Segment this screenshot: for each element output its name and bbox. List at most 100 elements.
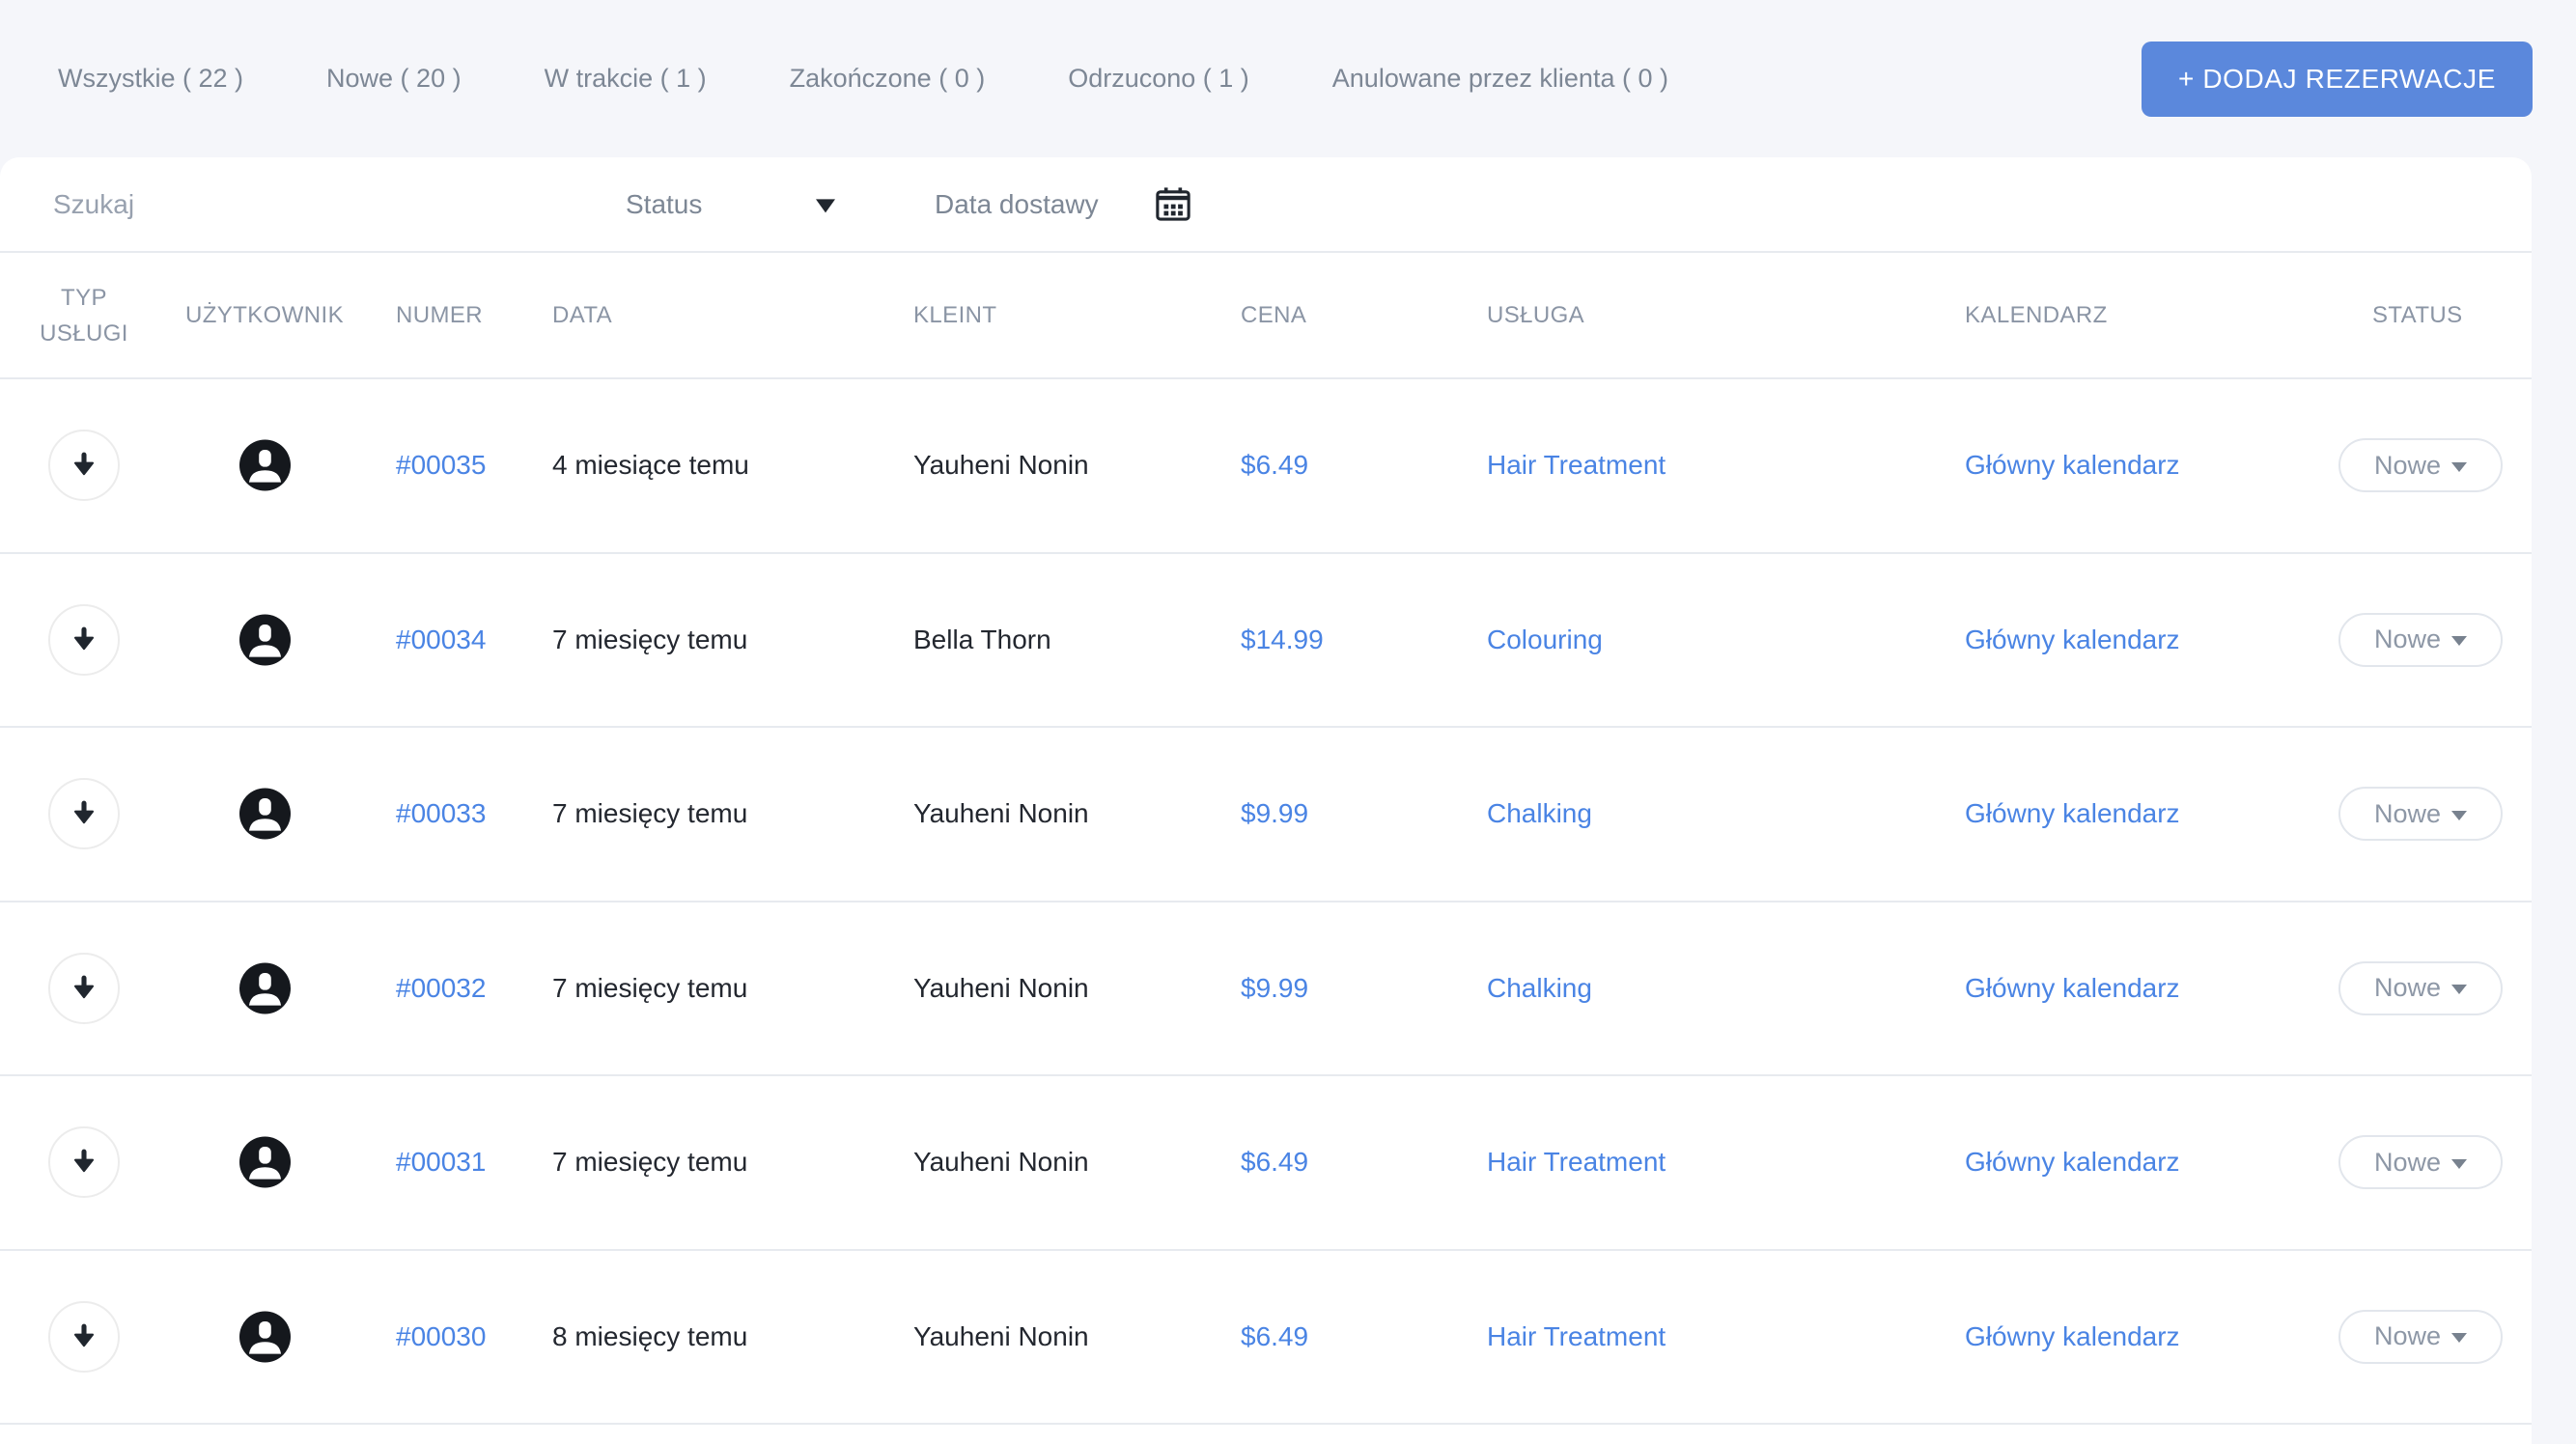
arrow-down-icon <box>73 800 95 824</box>
reservation-number-link[interactable]: #00030 <box>396 1321 486 1352</box>
client-name: Yauheni Nonin <box>913 972 1089 1003</box>
user-avatar-icon[interactable] <box>239 788 291 840</box>
price-link[interactable]: $9.99 <box>1241 798 1308 829</box>
reservation-date: 7 miesięcy temu <box>552 624 748 654</box>
reservations-page: Wszystkie ( 22 ) Nowe ( 20 ) W trakcie (… <box>0 0 2576 1444</box>
user-avatar-icon[interactable] <box>239 614 291 666</box>
user-avatar-icon[interactable] <box>239 1136 291 1188</box>
status-dropdown[interactable]: Nowe <box>2338 612 2503 667</box>
service-link[interactable]: Hair Treatment <box>1487 1321 1666 1352</box>
expand-row-button[interactable] <box>48 430 120 502</box>
table-body: #00035 4 miesiące temu Yauheni Nonin $6.… <box>0 379 2532 1425</box>
expand-row-button[interactable] <box>48 1126 120 1199</box>
arrow-down-icon <box>73 452 95 476</box>
expand-row-button[interactable] <box>48 778 120 850</box>
status-tab-label: Odrzucono ( 1 ) <box>1068 64 1249 93</box>
reservation-date: 8 miesięcy temu <box>552 1320 748 1351</box>
service-link[interactable]: Chalking <box>1487 798 1592 829</box>
table-row: #00032 7 miesięcy temu Yauheni Nonin $9.… <box>0 902 2532 1076</box>
client-name: Yauheni Nonin <box>913 450 1089 481</box>
column-header-status: STATUS <box>2372 301 2463 328</box>
reservation-number-link[interactable]: #00031 <box>396 1147 486 1178</box>
reservation-date: 7 miesięcy temu <box>552 972 748 1003</box>
client-name: Yauheni Nonin <box>913 1320 1089 1351</box>
calendar-icon <box>1156 186 1190 221</box>
calendar-link[interactable]: Główny kalendarz <box>1965 1147 2180 1178</box>
price-link[interactable]: $6.49 <box>1241 1321 1308 1352</box>
status-tab[interactable]: Odrzucono ( 1 ) <box>1068 64 1249 94</box>
arrow-down-icon <box>73 1149 95 1173</box>
column-header-calendar: KALENDARZ <box>1965 301 2108 328</box>
caret-down-icon <box>816 198 835 212</box>
calendar-link[interactable]: Główny kalendarz <box>1965 973 2180 1004</box>
service-link[interactable]: Chalking <box>1487 973 1592 1004</box>
arrow-down-icon <box>73 975 95 998</box>
search-input[interactable] <box>53 188 517 220</box>
status-dropdown-label: Nowe <box>2373 1321 2442 1351</box>
calendar-link[interactable]: Główny kalendarz <box>1965 1321 2180 1352</box>
caret-down-icon <box>2451 636 2468 647</box>
service-link[interactable]: Hair Treatment <box>1487 450 1666 481</box>
status-tab[interactable]: Zakończone ( 0 ) <box>790 64 986 94</box>
column-header-user: UŻYTKOWNIK <box>185 301 344 328</box>
calendar-link[interactable]: Główny kalendarz <box>1965 798 2180 829</box>
table-row: #00035 4 miesiące temu Yauheni Nonin $6.… <box>0 379 2532 554</box>
reservation-number-link[interactable]: #00035 <box>396 450 486 481</box>
arrow-down-icon <box>73 626 95 650</box>
status-tab-label: Wszystkie ( 22 ) <box>58 64 244 93</box>
table-row: #00033 7 miesięcy temu Yauheni Nonin $9.… <box>0 728 2532 902</box>
delivery-date-filter[interactable]: Data dostawy <box>935 157 1215 251</box>
expand-row-button[interactable] <box>48 1300 120 1373</box>
expand-row-button[interactable] <box>48 603 120 676</box>
top-bar: Wszystkie ( 22 ) Nowe ( 20 ) W trakcie (… <box>0 0 2576 157</box>
user-avatar-icon[interactable] <box>239 962 291 1014</box>
arrow-down-icon <box>73 1323 95 1347</box>
status-dropdown-label: Nowe <box>2373 798 2442 828</box>
status-tab[interactable]: Wszystkie ( 22 ) <box>58 64 243 94</box>
expand-row-button[interactable] <box>48 952 120 1024</box>
add-reservation-button[interactable]: + DODAJ REZERWACJE <box>2142 42 2533 117</box>
service-link[interactable]: Hair Treatment <box>1487 1147 1666 1178</box>
column-header-type: TYP USŁUGI <box>40 284 128 347</box>
status-dropdown-label: Nowe <box>2373 973 2442 1003</box>
reservation-number-link[interactable]: #00033 <box>396 798 486 829</box>
column-header-date: DATA <box>552 301 613 328</box>
status-tab[interactable]: Nowe ( 20 ) <box>326 64 462 94</box>
reservation-date: 4 miesiące temu <box>552 450 749 481</box>
caret-down-icon <box>2451 1333 2468 1344</box>
calendar-link[interactable]: Główny kalendarz <box>1965 450 2180 481</box>
status-dropdown[interactable]: Nowe <box>2338 960 2503 1015</box>
client-name: Yauheni Nonin <box>913 798 1089 829</box>
table-row: #00031 7 miesięcy temu Yauheni Nonin $6.… <box>0 1076 2532 1251</box>
reservation-date: 7 miesięcy temu <box>552 798 748 829</box>
reservation-number-link[interactable]: #00032 <box>396 973 486 1004</box>
user-avatar-icon[interactable] <box>239 1311 291 1363</box>
status-dropdown-label: Nowe <box>2373 625 2442 654</box>
service-link[interactable]: Colouring <box>1487 625 1603 655</box>
status-dropdown-label: Nowe <box>2373 1147 2442 1177</box>
price-link[interactable]: $14.99 <box>1241 625 1324 655</box>
reservation-date: 7 miesięcy temu <box>552 1147 748 1178</box>
status-tab-label: W trakcie ( 1 ) <box>544 64 707 93</box>
status-tab[interactable]: W trakcie ( 1 ) <box>545 64 707 94</box>
status-dropdown[interactable]: Nowe <box>2338 1309 2503 1364</box>
status-dropdown[interactable]: Nowe <box>2338 1135 2503 1190</box>
price-link[interactable]: $6.49 <box>1241 1147 1308 1178</box>
calendar-link[interactable]: Główny kalendarz <box>1965 625 2180 655</box>
table-row: #00030 8 miesięcy temu Yauheni Nonin $6.… <box>0 1251 2532 1425</box>
status-filter-select[interactable]: Status <box>626 157 857 251</box>
table-filter-row: Status Data dostawy <box>0 157 2532 253</box>
reservations-card: Status Data dostawy <box>0 157 2532 1444</box>
status-tab[interactable]: Anulowane przez klienta ( 0 ) <box>1332 64 1668 94</box>
column-header-price: CENA <box>1241 301 1307 328</box>
price-link[interactable]: $6.49 <box>1241 450 1308 481</box>
caret-down-icon <box>2451 985 2468 995</box>
status-dropdown-label: Nowe <box>2373 450 2442 480</box>
status-dropdown[interactable]: Nowe <box>2338 438 2503 493</box>
price-link[interactable]: $9.99 <box>1241 973 1308 1004</box>
user-avatar-icon[interactable] <box>239 439 291 491</box>
status-dropdown[interactable]: Nowe <box>2338 787 2503 842</box>
column-header-service: USŁUGA <box>1487 301 1585 328</box>
reservation-number-link[interactable]: #00034 <box>396 625 486 655</box>
table-row: #00034 7 miesięcy temu Bella Thorn $14.9… <box>0 554 2532 728</box>
